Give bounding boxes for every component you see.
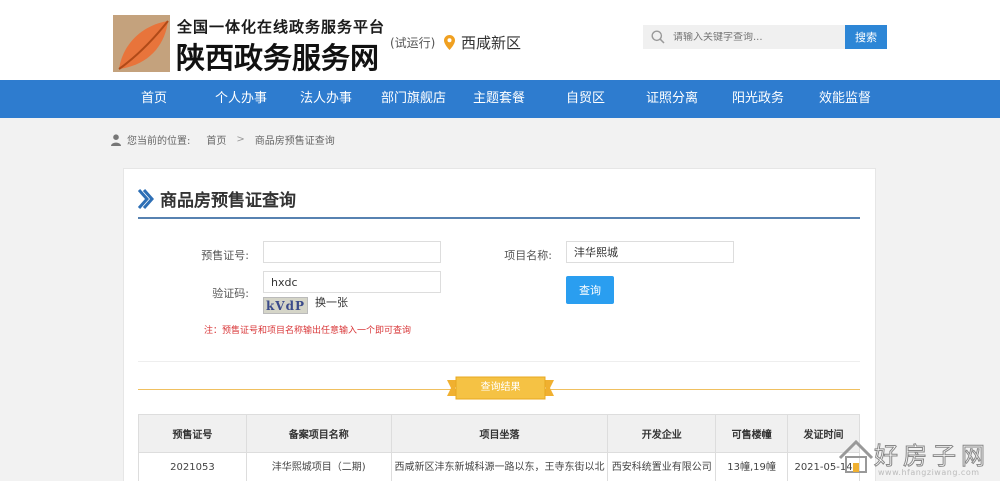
house-icon [838,439,874,473]
nav-item-corporate[interactable]: 法人办事 [300,80,352,118]
col-developer: 开发企业 [607,414,717,453]
query-panel: 商品房预售证查询 预售证号: 项目名称: 验证码: kVdP 换一张 查询 注：… [123,168,876,481]
col-project-location: 项目坐落 [390,414,609,453]
col-project-name: 备案项目名称 [245,414,392,453]
search-box [643,25,845,49]
presale-number-input[interactable] [263,241,441,263]
nav-item-personal[interactable]: 个人办事 [215,80,267,118]
section-divider [138,361,860,362]
result-banner-label: 查询结果 [480,382,521,393]
location-pin-icon [444,35,455,50]
captcha-label: 验证码: [212,287,249,300]
search-icon [651,30,665,44]
table-header-row: 预售证号 备案项目名称 项目坐落 开发企业 可售楼幢 发证时间 [138,414,860,453]
captcha-image[interactable]: kVdP [263,297,308,314]
search-button[interactable]: 搜索 [845,25,887,49]
nav-item-home[interactable]: 首页 [141,80,167,118]
project-name-input[interactable] [566,241,734,263]
nav-item-departments[interactable]: 部门旗舰店 [381,80,446,118]
watermark-text: 好房子网 [874,442,990,471]
logo-tagline: 全国一体化在线政务服务平台 [177,18,386,36]
col-buildings: 可售楼幢 [715,414,789,453]
col-presale-number: 预售证号 [138,414,247,453]
main-nav: 首页 个人办事 法人办事 部门旗舰店 主题套餐 自贸区 证照分离 阳光政务 效能… [0,80,1000,118]
cell-developer: 西安科统置业有限公司 [607,452,717,481]
captcha-input[interactable] [263,271,441,293]
breadcrumb-home[interactable]: 首页 [206,132,226,147]
search-input[interactable] [673,31,843,43]
breadcrumb: 您当前的位置: 首页 > 商品房预售证查询 [111,132,335,147]
table-row[interactable]: 2021053 沣华熙城项目（二期) 西咸新区沣东新城科源一路以东，王寺东街以北… [138,452,860,481]
nav-item-license[interactable]: 证照分离 [646,80,698,118]
nav-item-themes[interactable]: 主题套餐 [473,80,525,118]
panel-title: 商品房预售证查询 [138,186,296,211]
breadcrumb-current: 商品房预售证查询 [254,136,335,147]
trial-label: (试运行) [390,36,436,50]
query-button[interactable]: 查询 [566,276,614,304]
chevron-right-icon [138,188,154,209]
region-name: 西咸新区 [461,34,522,52]
form-note: 注：预售证号和项目名称输出任意输入一个即可查询 [204,326,412,336]
presale-label: 预售证号: [201,249,249,262]
user-icon [111,133,121,146]
site-logo[interactable] [113,15,170,72]
logo-site-name: 陕西政务服务网 [176,41,380,75]
nav-item-ftz[interactable]: 自贸区 [566,80,605,118]
cell-project-location: 西咸新区沣东新城科源一路以东，王寺东街以北 [390,452,609,481]
region-selector[interactable]: 西咸新区 [444,32,521,53]
cell-buildings: 13幢,19幢 [715,452,789,481]
refresh-captcha-link[interactable]: 换一张 [315,294,348,310]
watermark: 好房子网 www.hfangziwang.com [836,436,996,481]
cell-presale-number: 2021053 [138,452,247,481]
site-header: 全国一体化在线政务服务平台 陕西政务服务网 (试运行) 西咸新区 搜索 [0,0,1000,80]
nav-item-supervision[interactable]: 效能监督 [819,80,871,118]
nav-item-transparency[interactable]: 阳光政务 [732,80,784,118]
project-name-label: 项目名称: [504,249,552,262]
watermark-url: www.hfangziwang.com [878,468,980,477]
cell-project-name: 沣华熙城项目（二期) [245,452,392,481]
result-table: 预售证号 备案项目名称 项目坐落 开发企业 可售楼幢 发证时间 2021053 … [138,414,860,481]
breadcrumb-separator: > [236,134,245,145]
breadcrumb-prefix: 您当前的位置: [127,136,191,147]
page-title: 商品房预售证查询 [160,191,296,211]
title-divider [138,217,860,219]
